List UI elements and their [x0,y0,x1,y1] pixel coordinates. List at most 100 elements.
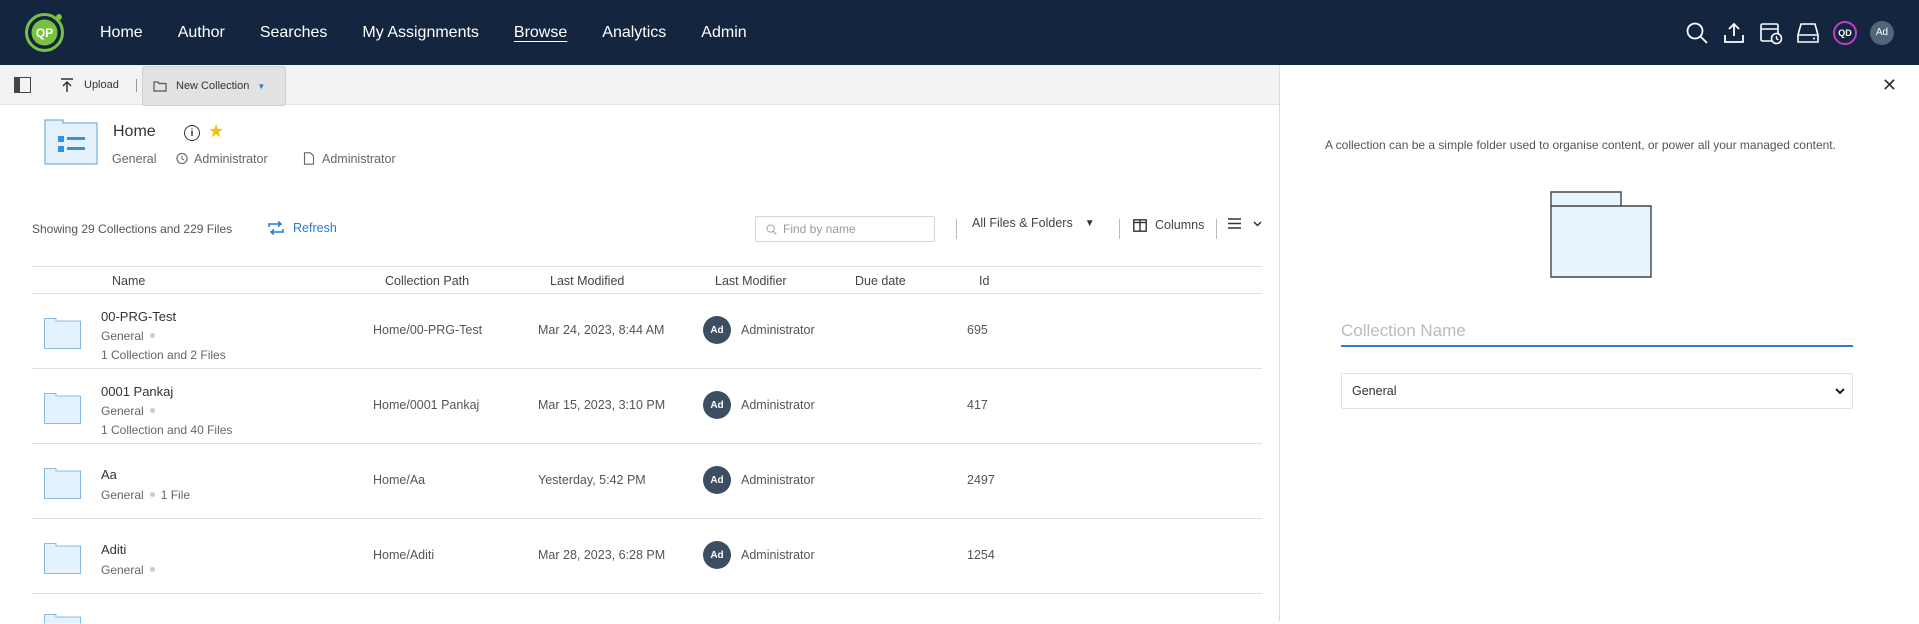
row-id: 1254 [967,548,995,562]
row-id: 2497 [967,473,995,487]
row-modifier: Administrator [741,323,815,337]
row-modified: Yesterday, 5:42 PM [538,473,646,487]
document-icon [303,152,315,165]
drive-icon[interactable] [1795,20,1821,46]
row-extra: 1 File [160,488,191,502]
find-by-name-input[interactable] [783,222,923,236]
sidebar-toggle-icon[interactable] [14,77,31,93]
nav-my-assignments[interactable]: My Assignments [362,24,478,42]
table-header: Name Collection Path Last Modified Last … [32,266,1262,294]
row-modified: Mar 24, 2023, 8:44 AM [538,323,665,337]
folder-icon [44,318,81,349]
row-name[interactable]: 00-PRG-Test [101,309,176,324]
view-mode-menu[interactable] [1228,218,1262,229]
row-path: Home/Aditi [373,548,435,562]
nav-searches[interactable]: Searches [260,24,328,42]
main-nav: Home Author Searches My Assignments Brow… [100,0,782,65]
clock-icon [176,152,188,165]
folder-icon [44,543,81,574]
qp-logo[interactable]: QP [23,11,66,54]
row-type: General [101,404,161,418]
chevron-down-icon: ▼ [257,81,266,91]
user-avatar[interactable]: Ad [1869,20,1895,46]
info-icon[interactable]: i [184,125,200,141]
row-path: Home/Aa [373,473,426,487]
row-type: General [101,563,161,577]
row-name[interactable]: Aa [101,467,117,482]
nav-analytics[interactable]: Analytics [602,24,666,42]
search-icon [766,223,777,235]
collection-owner: Administrator [194,152,268,166]
chevron-down-icon [1253,220,1262,227]
caret-down-icon: ▼ [1084,217,1095,229]
panel-description: A collection can be a simple folder used… [1325,138,1836,152]
table-row[interactable]: 00-PRG-Test General 1 Collection and 2 F… [32,294,1262,369]
close-icon[interactable]: ✕ [1882,75,1897,96]
col-collection-path[interactable]: Collection Path [385,274,469,288]
divider [1119,219,1120,239]
collection-modifier: Administrator [322,152,396,166]
folder-icon [153,81,167,92]
row-path: Home/0001 Pankaj [373,398,480,412]
avatar: Ad [703,316,731,344]
nav-browse[interactable]: Browse [514,24,567,42]
collection-type-value: General [1352,384,1397,398]
col-name[interactable]: Name [112,274,145,288]
find-by-name-field [755,216,935,242]
upload-icon[interactable] [1721,20,1747,46]
row-modifier: Administrator [741,473,815,487]
row-path: Home/00-PRG-Test [373,323,483,337]
table-row[interactable]: Aditi General Home/Aditi Mar 28, 2023, 6… [32,519,1262,594]
col-last-modified[interactable]: Last Modified [550,274,624,288]
nav-admin[interactable]: Admin [701,24,746,42]
table-row[interactable]: Aa General 1 File Home/Aa Yesterday, 5:42… [32,444,1262,519]
scheduler-icon[interactable] [1758,20,1784,46]
row-type-label: General [101,404,144,418]
columns-icon [1133,218,1147,232]
col-due-date[interactable]: Due date [855,274,906,288]
user-badge[interactable]: QD [1832,20,1858,46]
folder-icon [44,468,81,499]
columns-label: Columns [1155,218,1205,232]
new-collection-panel: ✕ A collection can be a simple folder us… [1279,65,1919,621]
avatar: Ad [703,541,731,569]
nav-author[interactable]: Author [178,24,225,42]
col-id[interactable]: Id [979,274,989,288]
row-modifier: Administrator [741,398,815,412]
row-type-label: General [101,488,144,502]
row-type-label: General [101,329,144,343]
nav-home[interactable]: Home [100,24,143,42]
table-row[interactable]: 0001 Pankaj General 1 Collection and 40 … [32,369,1262,444]
collection-name-input[interactable] [1341,317,1853,347]
row-id: 695 [967,323,988,337]
columns-button[interactable]: Columns [1133,218,1204,232]
row-name[interactable]: 0001 Pankaj [101,384,173,399]
separator-dot [149,408,155,414]
chevron-down-icon [1835,388,1845,395]
page-title: Home [113,123,156,140]
search-icon[interactable] [1684,20,1710,46]
results-count: Showing 29 Collections and 229 Files [32,222,233,236]
row-id: 417 [967,398,988,412]
star-icon[interactable]: ★ [208,121,224,142]
new-collection-button[interactable]: New Collection ▼ [142,66,286,106]
collection-type-select[interactable]: General [1341,373,1853,409]
row-modified: Mar 15, 2023, 3:10 PM [538,398,666,412]
divider [1216,219,1217,239]
top-navigation-bar: QP Home Author Searches My Assignments B… [0,0,1919,65]
files-filter-dropdown[interactable]: All Files & Folders ▼ [972,216,1095,230]
separator-dot [149,492,155,498]
toolbar-divider [136,79,137,92]
row-contents: 1 Collection and 2 Files [101,348,226,362]
upload-button[interactable]: Upload [60,65,119,105]
collection-type: General [112,152,157,166]
svg-text:QP: QP [36,26,53,40]
upload-label: Upload [84,79,119,91]
refresh-button[interactable]: Refresh [267,221,337,235]
col-last-modifier[interactable]: Last Modifier [715,274,787,288]
avatar: Ad [703,391,731,419]
row-name[interactable]: Aditi [101,542,126,557]
row-modifier: Administrator [741,548,815,562]
separator-dot [149,333,155,339]
list-view-icon [1228,218,1241,229]
